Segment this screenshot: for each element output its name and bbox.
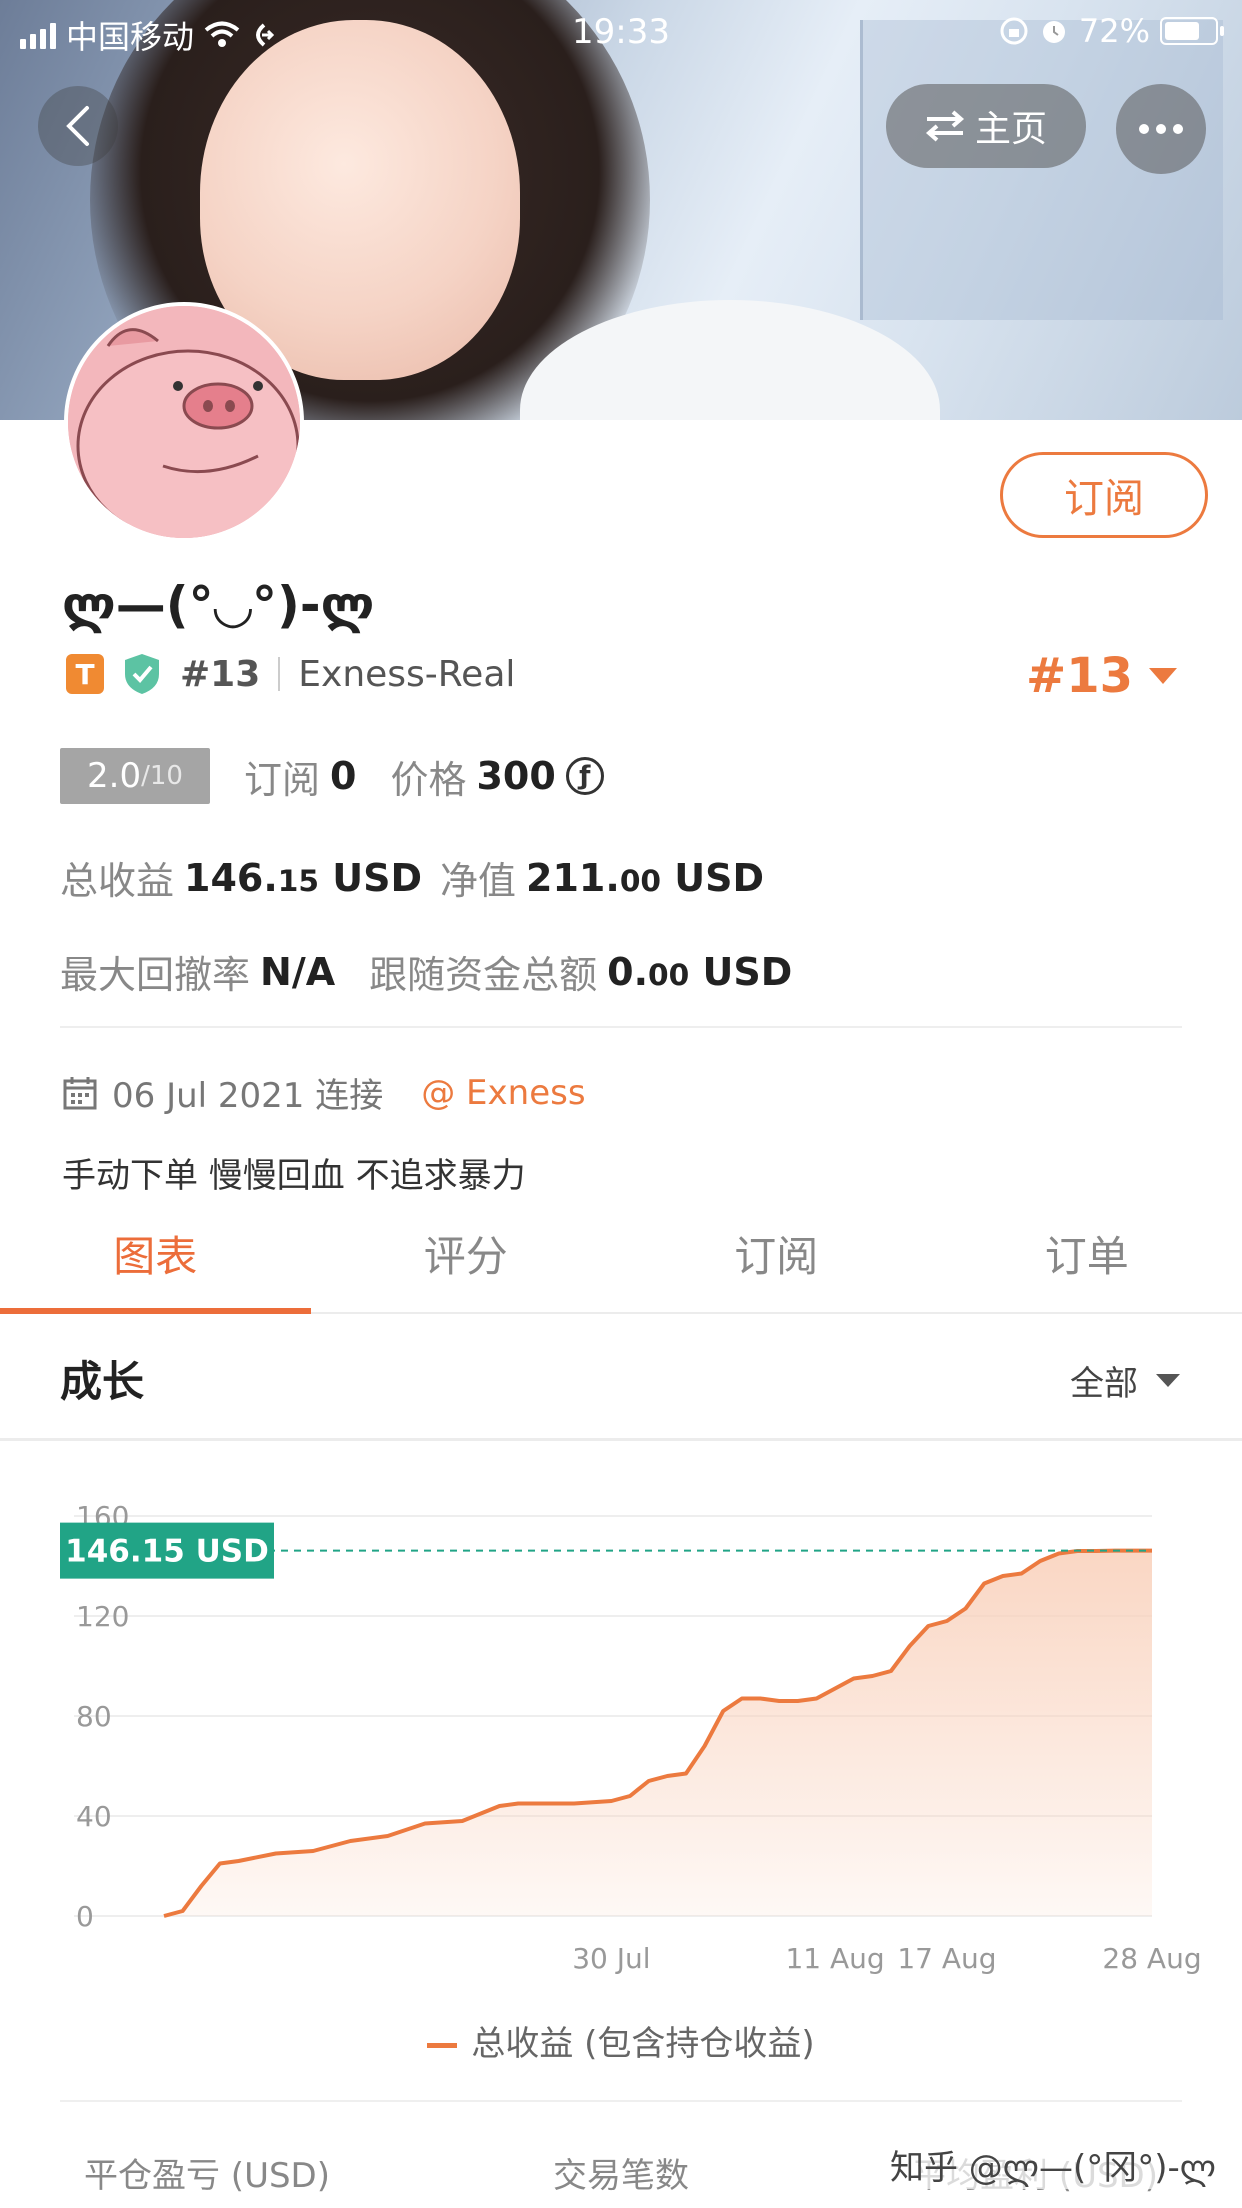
growth-chart[interactable]: 0408012016030 Jul 11 Aug 17 Aug 28 Aug146.1… [0, 1480, 1242, 2020]
rank-dropdown[interactable]: #13 [1026, 648, 1178, 704]
y-tick-label: 40 [76, 1800, 112, 1833]
alarm-icon [1042, 21, 1065, 43]
equity-label: 净值 [440, 859, 517, 903]
total-profit-label: 总收益 [60, 859, 175, 903]
x-tick-label: 11 Aug [785, 1942, 884, 1975]
rotation-lock-icon [1000, 17, 1028, 45]
drawdown-label: 最大回撤率 [60, 953, 251, 997]
follow-value: 0.00 USD [607, 949, 793, 994]
growth-filter-dropdown[interactable]: 全部 [1070, 1356, 1180, 1405]
coin-icon: ƒ [565, 757, 604, 795]
verified-shield-icon [125, 654, 159, 694]
profit-row: 总收益 146.15 USD 净值 211.00 USD [60, 850, 764, 905]
chevron-left-icon [66, 106, 89, 146]
growth-filter-label: 全部 [1070, 1364, 1138, 1404]
caret-down-icon [1156, 1374, 1180, 1387]
stat-trade-count: 交易笔数 [553, 2156, 689, 2196]
section-divider [60, 1026, 1182, 1028]
broker-link[interactable]: @ Exness [421, 1073, 585, 1113]
battery-icon [1160, 17, 1224, 45]
server-label: Exness-Real [298, 653, 516, 695]
y-tick-label: 120 [76, 1600, 129, 1633]
watermark: 知乎 @ლ—(°冈°)-ლ [884, 2140, 1222, 2189]
follow-label: 跟随资金总额 [369, 953, 598, 997]
status-bar: 中国移动 19:33 72% [0, 0, 1242, 64]
legend-swatch [427, 2043, 458, 2048]
subs-value: 0 [330, 754, 357, 798]
x-tick-label: 30 Jul [572, 1942, 650, 1975]
series-area [164, 1550, 1152, 1916]
score-max: /10 [141, 761, 183, 791]
y-tick-label: 80 [76, 1700, 112, 1733]
caret-down-icon [1149, 668, 1178, 684]
price-value: 300 [476, 754, 556, 798]
home-label: 主页 [974, 109, 1047, 150]
total-profit-value: 146.15 USD [184, 855, 423, 900]
stat-closed-pnl: 平仓盈亏 (USD) [84, 2156, 330, 2196]
bio-text: 手动下单 慢慢回血 不追求暴力 [62, 1156, 526, 1196]
battery-percent: 72% [1078, 12, 1150, 50]
trader-badge: T [66, 654, 104, 694]
home-button[interactable]: 主页 [886, 84, 1086, 168]
rank-big-label: #13 [1026, 648, 1134, 704]
rank-label: #13 [180, 653, 261, 695]
stats-divider [60, 2100, 1182, 2102]
subscribe-button[interactable]: 订阅 [1000, 452, 1208, 538]
back-button[interactable] [38, 86, 118, 166]
x-tick-label: 28 Aug [1102, 1942, 1201, 1975]
swap-icon [925, 110, 965, 142]
more-dots-icon [1139, 124, 1183, 134]
price-label: 价格 [390, 757, 467, 802]
tag-divider [278, 657, 281, 691]
profile-tags: T #13 Exness-Real [66, 652, 515, 696]
tab-orders[interactable]: 订单 [932, 1212, 1242, 1312]
growth-title: 成长 [60, 1357, 145, 1406]
subs-label: 订阅 [244, 757, 321, 802]
score-row: 2.0/10 订阅 0 价格 300 ƒ [60, 748, 604, 804]
score-badge: 2.0/10 [60, 748, 210, 804]
avatar[interactable] [64, 302, 304, 542]
current-value-label: 146.15 USD [65, 1534, 269, 1570]
drawdown-row: 最大回撤率 N/A 跟随资金总额 0.00 USD [60, 944, 792, 999]
connection-row: 06 Jul 2021 连接 @ Exness [62, 1068, 586, 1117]
tab-subscribe[interactable]: 订阅 [621, 1212, 932, 1312]
calendar-icon [63, 1076, 97, 1109]
chart-legend: 总收益 (包含持仓收益) [0, 2016, 1242, 2065]
x-tick-label: 17 Aug [897, 1942, 996, 1975]
pig-avatar-icon [68, 306, 300, 538]
y-tick-label: 0 [76, 1900, 94, 1933]
legend-label: 总收益 (包含持仓收益) [471, 2024, 815, 2064]
drawdown-value: N/A [260, 949, 336, 994]
score-value: 2.0 [87, 756, 142, 796]
status-right: 72% [999, 12, 1224, 50]
nickname: ლ—(°◡°)-ლ [62, 576, 375, 634]
tab-rating[interactable]: 评分 [311, 1212, 622, 1312]
tab-bar: 图表 评分 订阅 订单 [0, 1212, 1242, 1314]
connect-date: 06 Jul 2021 连接 [112, 1076, 384, 1116]
growth-header: 成长 全部 [0, 1314, 1242, 1441]
more-button[interactable] [1116, 84, 1206, 174]
tab-chart[interactable]: 图表 [0, 1212, 311, 1314]
equity-value: 211.00 USD [526, 855, 765, 900]
